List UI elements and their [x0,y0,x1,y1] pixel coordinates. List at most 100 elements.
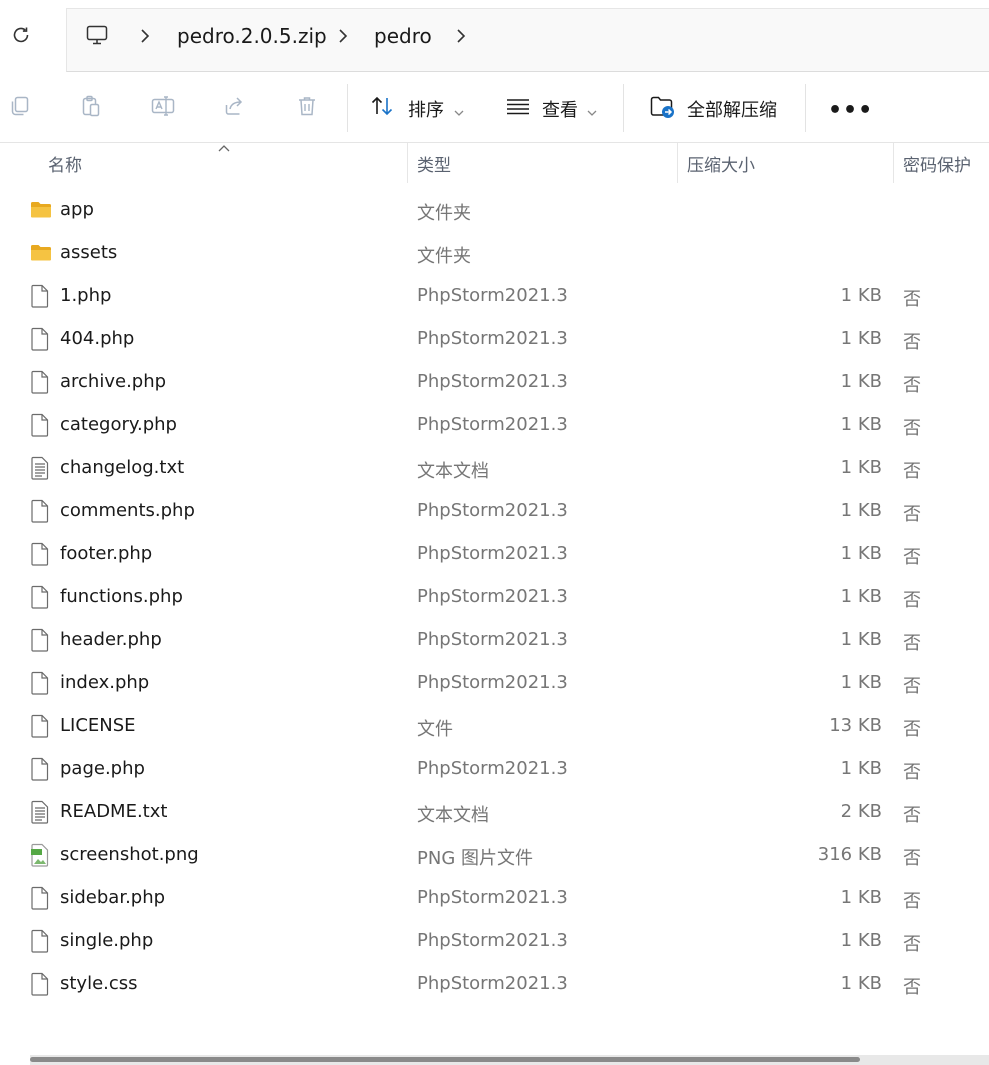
chevron-right-icon[interactable] [139,28,151,44]
column-resize-handle[interactable] [407,143,408,183]
column-header-type[interactable]: 类型 [417,151,451,176]
file-password-protected: 否 [903,891,921,912]
file-name: functions.php [60,586,183,607]
file-name: 1.php [60,285,112,306]
file-row[interactable]: header.php PhpStorm2021.3 1 KB 否 [0,618,989,661]
file-row[interactable]: README.txt 文本文档 2 KB 否 [0,790,989,833]
paste-icon[interactable] [79,94,105,120]
file-row[interactable]: 1.php PhpStorm2021.3 1 KB 否 [0,274,989,317]
column-header-name[interactable]: 名称 [48,151,82,176]
file-type: PNG 图片文件 [417,848,533,869]
file-type: PhpStorm2021.3 [417,973,568,994]
chevron-right-icon[interactable] [337,28,349,44]
column-resize-handle[interactable] [893,143,894,183]
file-icon [30,714,52,738]
file-row[interactable]: sidebar.php PhpStorm2021.3 1 KB 否 [0,876,989,919]
file-compressed-size: 1 KB [840,414,882,435]
sort-button[interactable]: 排序 [408,96,444,122]
extract-all-button[interactable]: 全部解压缩 [687,96,777,122]
file-compressed-size: 1 KB [840,887,882,908]
column-header-compressed-size[interactable]: 压缩大小 [687,151,755,176]
share-icon[interactable] [222,94,248,120]
file-name: style.css [60,973,138,994]
file-row[interactable]: style.css PhpStorm2021.3 1 KB 否 [0,962,989,1005]
file-icon [30,628,52,652]
file-icon [30,284,52,308]
file-row[interactable]: LICENSE 文件 13 KB 否 [0,704,989,747]
file-icon [30,972,52,996]
file-password-protected: 否 [903,934,921,955]
file-name: archive.php [60,371,167,392]
file-icon [30,542,52,566]
file-compressed-size: 316 KB [817,844,882,865]
file-type: PhpStorm2021.3 [417,500,568,521]
file-type: 文件 [417,719,453,740]
more-options-button[interactable]: ••• [828,98,873,123]
file-type: 文本文档 [417,805,489,826]
chevron-down-icon[interactable] [454,102,464,116]
column-header-password[interactable]: 密码保护 [903,151,971,176]
column-resize-handle[interactable] [677,143,678,183]
file-name: 404.php [60,328,135,349]
file-row[interactable]: 404.php PhpStorm2021.3 1 KB 否 [0,317,989,360]
file-row[interactable]: assets 文件夹 [0,231,989,274]
rename-icon[interactable] [150,94,176,120]
file-type: PhpStorm2021.3 [417,586,568,607]
file-compressed-size: 1 KB [840,586,882,607]
breadcrumb[interactable]: pedro.2.0.5.zip pedro [66,8,989,72]
file-name: single.php [60,930,154,951]
breadcrumb-item-zip[interactable]: pedro.2.0.5.zip [177,24,327,48]
copy-icon[interactable] [8,94,34,120]
file-row[interactable]: comments.php PhpStorm2021.3 1 KB 否 [0,489,989,532]
toolbar-separator [805,84,806,132]
view-icon[interactable] [505,94,531,120]
file-name: category.php [60,414,177,435]
text-file-icon [30,800,52,824]
file-name: index.php [60,672,150,693]
file-compressed-size: 13 KB [829,715,882,736]
file-name: changelog.txt [60,457,185,478]
file-type: PhpStorm2021.3 [417,887,568,908]
file-row[interactable]: screenshot.png PNG 图片文件 316 KB 否 [0,833,989,876]
file-name: page.php [60,758,145,779]
file-name: assets [60,242,118,263]
file-compressed-size: 1 KB [840,930,882,951]
file-password-protected: 否 [903,461,921,482]
file-row[interactable]: changelog.txt 文本文档 1 KB 否 [0,446,989,489]
file-row[interactable]: page.php PhpStorm2021.3 1 KB 否 [0,747,989,790]
file-type: PhpStorm2021.3 [417,328,568,349]
file-password-protected: 否 [903,375,921,396]
file-row[interactable]: footer.php PhpStorm2021.3 1 KB 否 [0,532,989,575]
command-bar: 排序 查看 全部解压缩 ••• [0,72,989,143]
file-type: 文件夹 [417,246,471,267]
file-password-protected: 否 [903,805,921,826]
file-name: header.php [60,629,162,650]
file-compressed-size: 2 KB [840,801,882,822]
file-row[interactable]: single.php PhpStorm2021.3 1 KB 否 [0,919,989,962]
image-file-icon [30,843,52,867]
file-password-protected: 否 [903,504,921,525]
delete-icon[interactable] [295,94,321,120]
sort-icon[interactable] [370,94,396,120]
file-compressed-size: 1 KB [840,543,882,564]
scrollbar-thumb[interactable] [30,1057,860,1062]
file-row[interactable]: category.php PhpStorm2021.3 1 KB 否 [0,403,989,446]
refresh-icon[interactable] [8,22,34,48]
this-pc-icon[interactable] [85,23,109,47]
view-button[interactable]: 查看 [542,96,578,122]
file-compressed-size: 1 KB [840,285,882,306]
chevron-down-icon[interactable] [587,102,597,116]
extract-all-icon[interactable] [649,94,675,120]
horizontal-scrollbar[interactable] [30,1055,989,1065]
file-row[interactable]: app 文件夹 [0,188,989,231]
chevron-right-icon[interactable] [455,28,467,44]
file-password-protected: 否 [903,762,921,783]
file-type: PhpStorm2021.3 [417,414,568,435]
toolbar-separator [623,84,624,132]
file-password-protected: 否 [903,848,921,869]
file-row[interactable]: index.php PhpStorm2021.3 1 KB 否 [0,661,989,704]
file-row[interactable]: functions.php PhpStorm2021.3 1 KB 否 [0,575,989,618]
file-row[interactable]: archive.php PhpStorm2021.3 1 KB 否 [0,360,989,403]
folder-icon [30,200,52,224]
breadcrumb-item-folder[interactable]: pedro [374,24,432,48]
